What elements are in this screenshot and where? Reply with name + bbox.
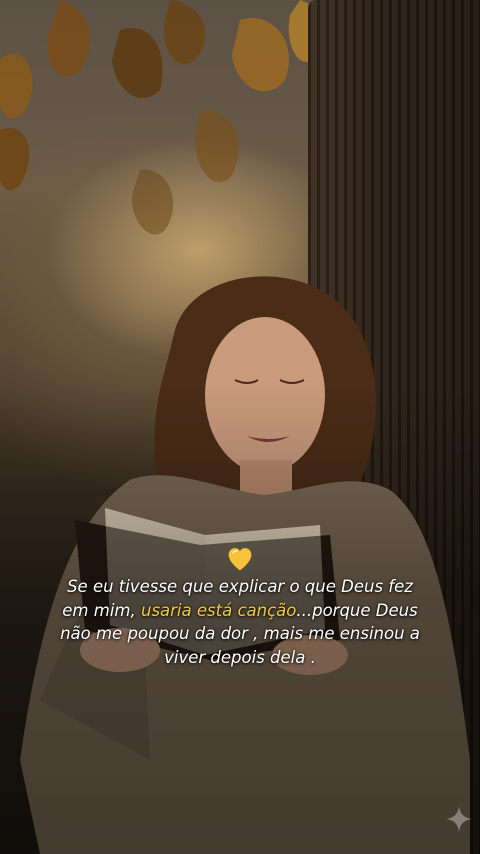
yellow-heart-icon [228, 548, 252, 571]
sparkle-icon [446, 806, 472, 832]
caption-overlay: Se eu tivesse que explicar o que Deus fe… [60, 545, 420, 669]
video-frame: Se eu tivesse que explicar o que Deus fe… [0, 0, 480, 854]
caption-highlight-text: usaria está canção [140, 600, 297, 620]
woman-reading-image [20, 276, 470, 854]
